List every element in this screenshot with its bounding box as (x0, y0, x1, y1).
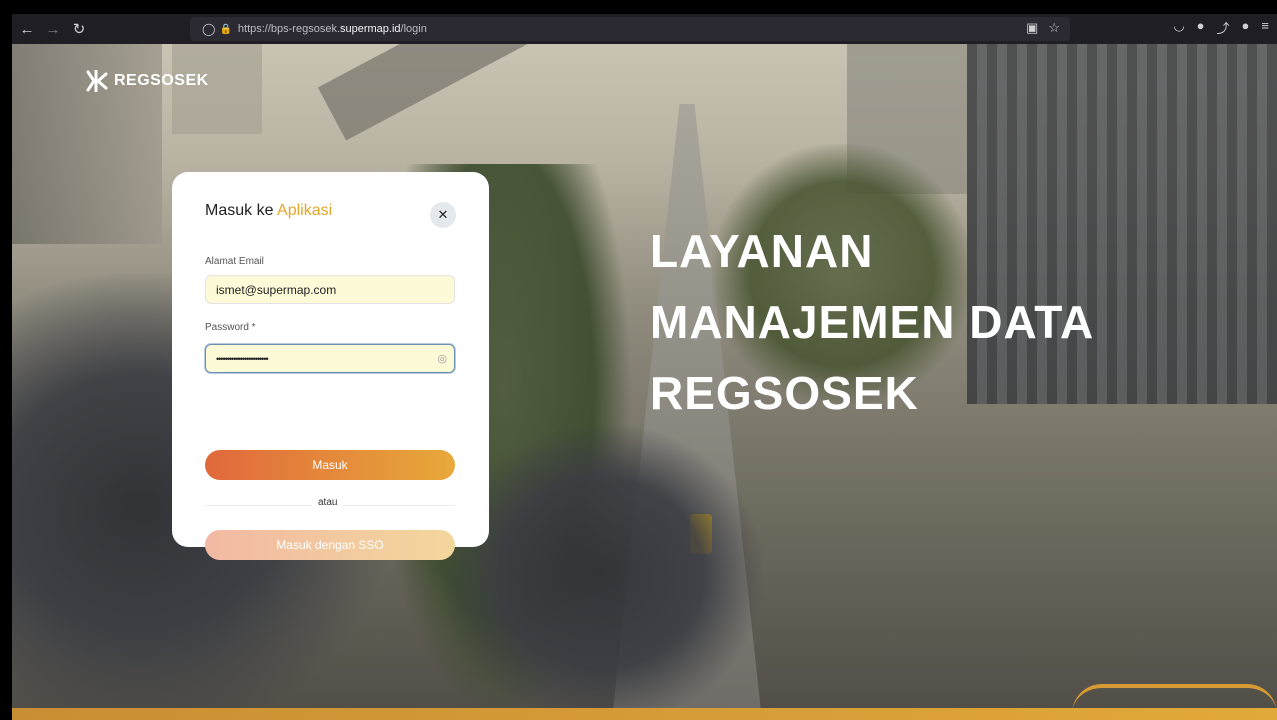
sso-login-button[interactable]: Masuk dengan SSO (205, 530, 455, 560)
reload-icon[interactable]: ↻ (68, 18, 90, 40)
address-bar[interactable]: ◯ 🔒 https://bps-regsosek.supermap.id/log… (190, 17, 1070, 41)
hero-line: MANAJEMEN DATA (650, 296, 1095, 348)
toggle-password-visibility-icon[interactable]: ◎ (437, 352, 447, 365)
login-card: Masuk ke Aplikasi ✕ Alamat Email ismet@s… (172, 172, 489, 560)
email-label: Alamat Email (205, 256, 264, 267)
password-value: •••••••••••••••••••••••• (216, 353, 269, 364)
background-wing (442, 424, 762, 720)
regsosek-logo-icon (86, 70, 108, 92)
profile-icon[interactable]: ● (1242, 18, 1250, 37)
page-viewport: REGSOSEK LAYANAN MANAJEMEN DATA REGSOSEK… (12, 44, 1277, 720)
or-separator: atau (312, 497, 344, 508)
login-title: Masuk ke Aplikasi (205, 202, 333, 219)
decorative-bottom-bar (12, 708, 1277, 720)
close-button[interactable]: ✕ (430, 202, 456, 228)
hero-line: LAYANAN (650, 225, 874, 277)
password-field[interactable]: •••••••••••••••••••••••• ◎ (205, 344, 455, 373)
hero-heading: LAYANAN MANAJEMEN DATA REGSOSEK (650, 216, 1260, 429)
pocket-icon[interactable]: ◡ (1173, 18, 1184, 37)
menu-icon[interactable]: ≡ (1261, 18, 1269, 37)
close-icon: ✕ (437, 207, 449, 222)
email-field[interactable]: ismet@supermap.com (205, 275, 455, 304)
tracking-shield-icon[interactable]: ◯ (202, 22, 215, 36)
bookmark-star-icon[interactable]: ☆ (1048, 20, 1060, 36)
email-value: ismet@supermap.com (216, 282, 337, 297)
logo-text: REGSOSEK (114, 72, 209, 89)
lock-icon[interactable]: 🔒 (219, 24, 231, 35)
screen-frame: ← → ↻ ◯ 🔒 https://bps-regsosek.supermap.… (0, 0, 1277, 720)
login-button[interactable]: Masuk (205, 450, 455, 480)
back-icon[interactable]: ← (16, 18, 38, 40)
url-text[interactable]: https://bps-regsosek.supermap.id/login (238, 23, 427, 35)
reader-view-icon[interactable]: ▣ (1026, 20, 1038, 36)
forward-icon[interactable]: → (42, 18, 64, 40)
hero-line: REGSOSEK (650, 367, 919, 419)
app-logo[interactable]: REGSOSEK (84, 70, 209, 92)
browser-toolbar: ← → ↻ ◯ 🔒 https://bps-regsosek.supermap.… (12, 14, 1277, 44)
extensions-icon[interactable]: ⤴ (1217, 18, 1230, 37)
background-overpass (317, 44, 638, 141)
password-label: Password * (205, 322, 256, 333)
account-icon[interactable]: ● (1197, 18, 1205, 37)
